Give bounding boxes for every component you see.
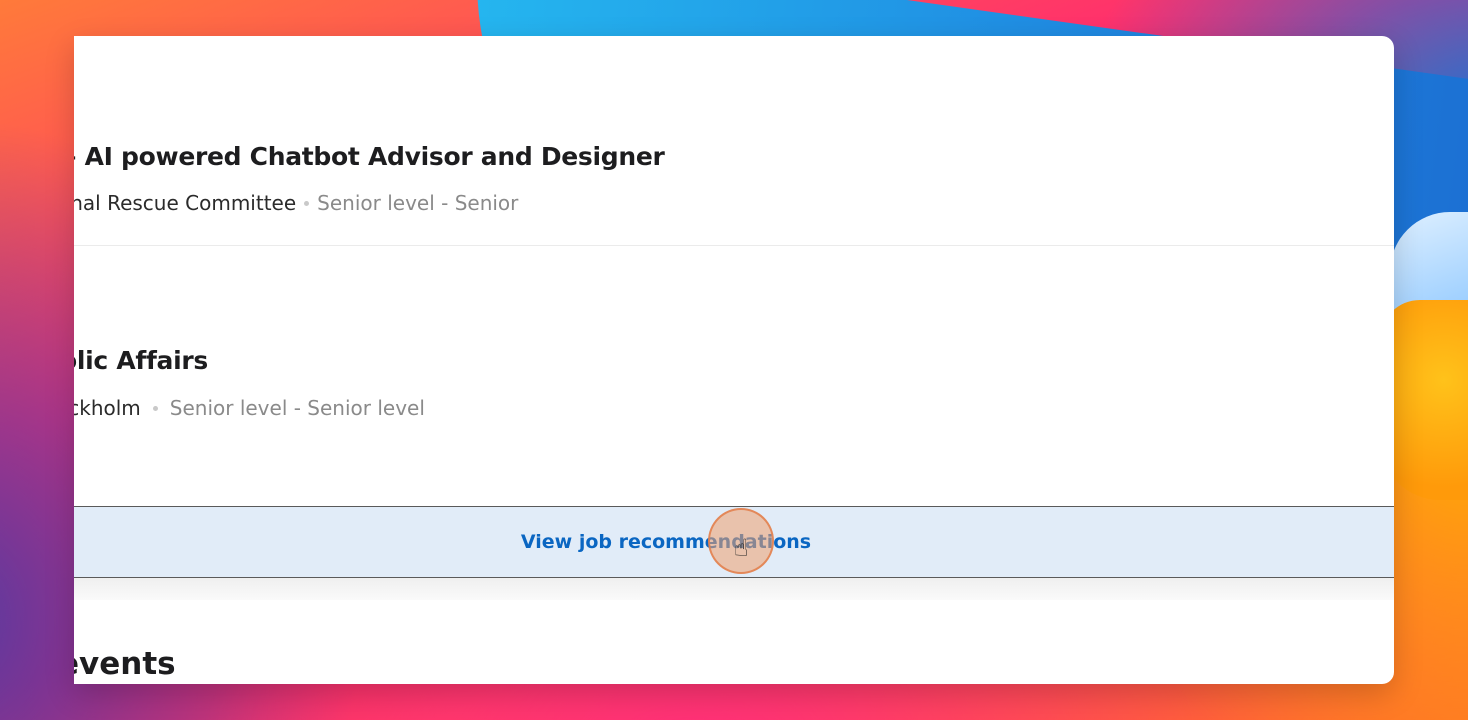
job-level-1: Senior level - Senior bbox=[317, 191, 519, 215]
browser-window: – AI powered Chatbot Advisor and Designe… bbox=[74, 36, 1394, 684]
job-level-2: Senior level - Senior level bbox=[169, 396, 425, 420]
section-title-events: events bbox=[74, 646, 176, 682]
job-company-1: onal Rescue Committee bbox=[74, 191, 297, 215]
job-card-1[interactable]: – AI powered Chatbot Advisor and Designe… bbox=[74, 36, 1394, 245]
separator-dot bbox=[304, 201, 310, 206]
job-card-2[interactable]: olic Affairs ockholm Senior level - Senio… bbox=[74, 246, 1394, 506]
section-gap bbox=[74, 578, 1394, 600]
hand-pointer-icon: ☝ bbox=[734, 534, 749, 562]
separator-dot bbox=[152, 406, 158, 411]
job-company-2: ockholm bbox=[74, 396, 141, 420]
job-meta-1: onal Rescue Committee Senior level - Seni… bbox=[74, 191, 518, 215]
job-title-2[interactable]: olic Affairs bbox=[74, 346, 208, 375]
job-meta-2: ockholm Senior level - Senior level bbox=[74, 396, 425, 420]
job-title-1[interactable]: – AI powered Chatbot Advisor and Designe… bbox=[74, 142, 665, 171]
